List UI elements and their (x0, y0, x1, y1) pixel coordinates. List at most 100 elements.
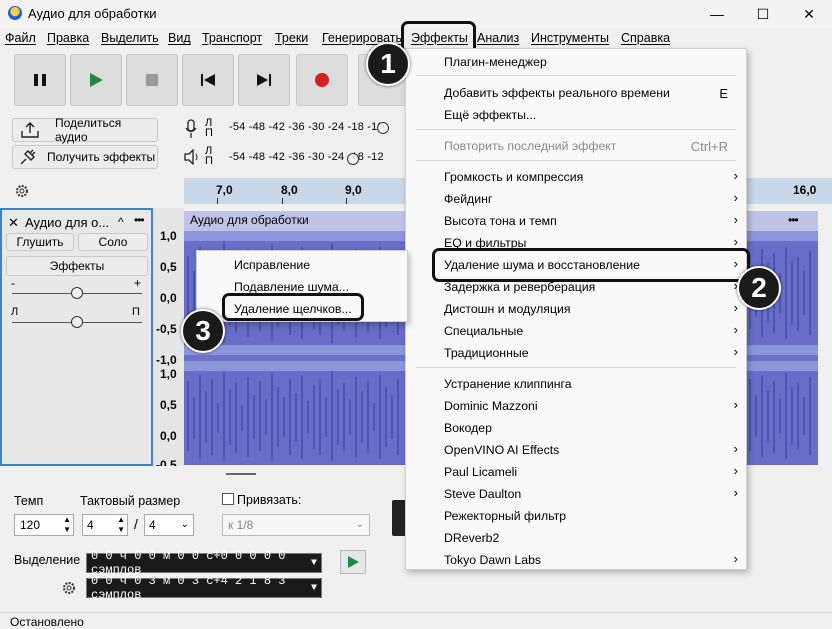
ruler-tick: 7,0 (216, 183, 233, 197)
snap-dropdown[interactable]: к 1/8 ⌄ (222, 514, 370, 536)
menu-edit[interactable]: Правка (47, 31, 89, 45)
menu-item-delay-reverb[interactable]: Задержка и реверберация (444, 280, 595, 294)
menu-item-special[interactable]: Специальные (444, 324, 523, 338)
menu-item-fading[interactable]: Фейдинг (444, 192, 492, 206)
menu-item-realtime-effects[interactable]: Добавить эффекты реального времени (444, 86, 670, 100)
track-menu-icon[interactable]: ••• (134, 213, 145, 227)
selection-label: Выделение (14, 553, 81, 567)
mute-button[interactable]: Глушить (6, 233, 74, 251)
menu-file[interactable]: Файл (5, 31, 36, 45)
menu-item-volume-compression[interactable]: Громкость и компрессия (444, 170, 583, 184)
menu-item-more-effects[interactable]: Ещё эффекты... (444, 108, 536, 122)
get-effects-button[interactable]: Получить эффекты (12, 145, 158, 169)
menu-help[interactable]: Справка (621, 31, 670, 45)
track-name[interactable]: Аудио для о... (25, 215, 109, 230)
menu-item-traditional[interactable]: Традиционные (444, 346, 529, 360)
menu-select[interactable]: Выделить (101, 31, 159, 45)
menu-item-pitch-tempo[interactable]: Высота тона и темп (444, 214, 557, 228)
play-icon (348, 556, 359, 568)
solo-button[interactable]: Соло (78, 233, 148, 251)
ruler-tick: 16,0 (793, 183, 817, 197)
play-meter-right: П (205, 155, 213, 167)
skip-end-button[interactable] (238, 54, 290, 106)
ruler-tick-mark (217, 198, 218, 204)
highlight-click-removal (222, 293, 364, 321)
stop-icon (146, 74, 158, 86)
tempo-stepper-icon[interactable]: ▲ ▼ (63, 515, 71, 535)
resize-handle[interactable] (226, 473, 256, 475)
menu-analyze[interactable]: Анализ (477, 31, 519, 45)
submenu-item-repair[interactable]: Исправление (234, 258, 310, 272)
clip-menu-icon[interactable]: ••• (788, 213, 799, 227)
menu-item-notch-filter[interactable]: Режекторный фильтр (444, 509, 566, 523)
rec-volume-slider[interactable] (377, 122, 389, 134)
tempo-field[interactable]: 120 ▲ ▼ (14, 514, 74, 536)
step-badge-3: 3 (181, 309, 225, 353)
microphone-icon[interactable] (184, 119, 198, 139)
time-signature-denominator[interactable]: 4 ⌄ (144, 514, 194, 536)
collapse-icon[interactable]: ^ (118, 215, 124, 229)
chevron-right-icon: › (733, 322, 738, 337)
menu-transport[interactable]: Транспорт (202, 31, 262, 45)
menu-item-plugin-manager[interactable]: Плагин-менеджер (444, 55, 547, 69)
chevron-down-icon: ▼ (310, 582, 317, 594)
record-icon (315, 73, 329, 87)
get-effects-label: Получить эффекты (47, 150, 156, 164)
menu-tools[interactable]: Инструменты (531, 31, 609, 45)
chevron-right-icon: › (733, 463, 738, 478)
minimize-button[interactable]: — (694, 0, 740, 28)
tempo-value: 120 (20, 518, 41, 532)
time-signature-numerator[interactable]: 4 ▲ ▼ (82, 514, 128, 536)
menu-item-vocoder[interactable]: Вокодер (444, 421, 492, 435)
clip-title[interactable]: Аудио для обработки (190, 213, 309, 227)
gain-slider[interactable] (71, 287, 83, 299)
record-button[interactable] (296, 54, 348, 106)
share-audio-button[interactable]: Поделиться аудио (12, 116, 158, 144)
maximize-button[interactable]: ☐ (740, 0, 786, 28)
selection-settings-button[interactable] (58, 578, 80, 598)
menu-item-paul-licameli[interactable]: Paul Licameli (444, 465, 517, 479)
play-at-speed-button[interactable] (340, 550, 366, 574)
shortcut-label: Ctrl+R (690, 139, 728, 154)
tempo-label: Темп (14, 494, 44, 508)
stop-button[interactable] (126, 54, 178, 106)
skip-start-button[interactable] (182, 54, 234, 106)
track-close-icon[interactable]: ✕ (8, 215, 19, 231)
snap-value: к 1/8 (228, 518, 254, 532)
track-effects-label: Эффекты (49, 259, 105, 273)
snap-label: Привязать: (237, 493, 302, 507)
app-icon (8, 6, 22, 20)
numerator-stepper-icon[interactable]: ▲ ▼ (117, 515, 125, 535)
menu-item-openvino[interactable]: OpenVINO AI Effects (444, 443, 559, 457)
gear-icon (16, 185, 28, 197)
play-volume-slider[interactable] (347, 153, 359, 165)
ruler-tick: 9,0 (345, 183, 362, 197)
menu-item-tokyo-dawn-labs[interactable]: Tokyo Dawn Labs (444, 553, 541, 567)
step-badge-2: 2 (737, 266, 781, 310)
selection-end-field[interactable]: 0 0 ч 0 3 м 0 3 с+4 2 1 8 3 сэмплов ▼ (86, 574, 322, 602)
time-signature-separator: / (134, 516, 138, 532)
chevron-right-icon: › (733, 300, 738, 315)
close-button[interactable]: ✕ (786, 0, 832, 28)
menu-item-steve-daulton[interactable]: Steve Daulton (444, 487, 521, 501)
step-badge-1: 1 (366, 42, 410, 86)
snap-checkbox[interactable] (222, 493, 234, 505)
speaker-icon[interactable] (183, 149, 201, 165)
menu-item-dreverb2[interactable]: DReverb2 (444, 531, 499, 545)
selection-start-field[interactable]: 0 0 ч 0 0 м 0 0 с+0 0 0 0 0 сэмплов ▼ (86, 549, 322, 577)
pause-button[interactable] (14, 54, 66, 106)
menu-tracks[interactable]: Треки (275, 31, 308, 45)
window-title: Аудио для обработки (28, 6, 157, 21)
pan-slider[interactable] (71, 316, 83, 328)
submenu-item-noise-reduction[interactable]: Подавление шума... (234, 280, 349, 294)
menu-item-clip-fix[interactable]: Устранение клиппинга (444, 377, 572, 391)
highlight-noise-removal (432, 248, 750, 282)
menu-view[interactable]: Вид (168, 31, 191, 45)
chevron-right-icon: › (733, 168, 738, 183)
menu-item-dominic-mazzoni[interactable]: Dominic Mazzoni (444, 399, 538, 413)
timeline-settings-button[interactable] (10, 180, 34, 202)
menu-item-distortion-modulation[interactable]: Дистошн и модуляция (444, 302, 571, 316)
play-button[interactable] (70, 54, 122, 106)
rec-meter-right: П (205, 127, 213, 139)
track-effects-button[interactable]: Эффекты (6, 256, 148, 276)
